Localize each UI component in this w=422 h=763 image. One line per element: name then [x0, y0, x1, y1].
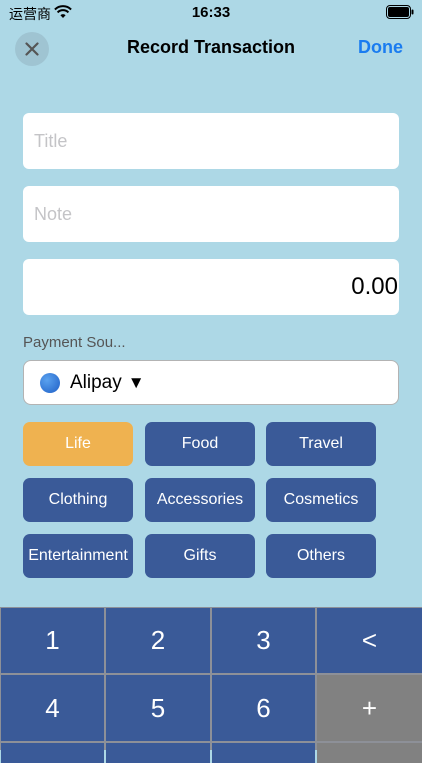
category-travel[interactable]: Travel: [266, 422, 376, 466]
status-bar: 运营商 16:33: [0, 0, 422, 26]
blue-circle-icon: [40, 372, 60, 393]
key-2[interactable]: 2: [106, 608, 210, 673]
nav-bar: Record Transaction Done: [0, 26, 422, 70]
key-row-partial-4[interactable]: [317, 743, 422, 763]
category-clothing[interactable]: Clothing: [23, 478, 133, 522]
key-3[interactable]: 3: [212, 608, 315, 673]
payment-source-label: Payment Sou...: [23, 334, 126, 351]
chevron-down-icon: ▼: [127, 372, 145, 392]
battery-icon: [386, 5, 414, 19]
category-accessories[interactable]: Accessories: [145, 478, 255, 522]
category-cosmetics[interactable]: Cosmetics: [266, 478, 376, 522]
key-plus[interactable]: +: [317, 675, 422, 741]
done-button[interactable]: Done: [358, 37, 403, 58]
key-6[interactable]: 6: [212, 675, 315, 741]
key-4[interactable]: 4: [1, 675, 104, 741]
amount-input[interactable]: [23, 259, 399, 315]
title-input[interactable]: [23, 113, 399, 169]
payment-source-select[interactable]: Alipay ▼: [23, 360, 399, 405]
category-life[interactable]: Life: [23, 422, 133, 466]
numeric-keypad: 1 2 3 < 4 5 6 +: [0, 607, 422, 763]
payment-source-value: Alipay: [70, 371, 122, 393]
category-food[interactable]: Food: [145, 422, 255, 466]
category-entertainment[interactable]: Entertainment: [23, 534, 133, 578]
note-input[interactable]: [23, 186, 399, 242]
category-gifts[interactable]: Gifts: [145, 534, 255, 578]
key-backspace[interactable]: <: [317, 608, 422, 673]
key-1[interactable]: 1: [1, 608, 104, 673]
category-others[interactable]: Others: [266, 534, 376, 578]
key-row-partial-2[interactable]: [106, 743, 210, 763]
status-time: 16:33: [191, 4, 231, 21]
key-5[interactable]: 5: [106, 675, 210, 741]
key-row-partial-1[interactable]: [1, 743, 104, 763]
key-row-partial-3[interactable]: [212, 743, 315, 763]
